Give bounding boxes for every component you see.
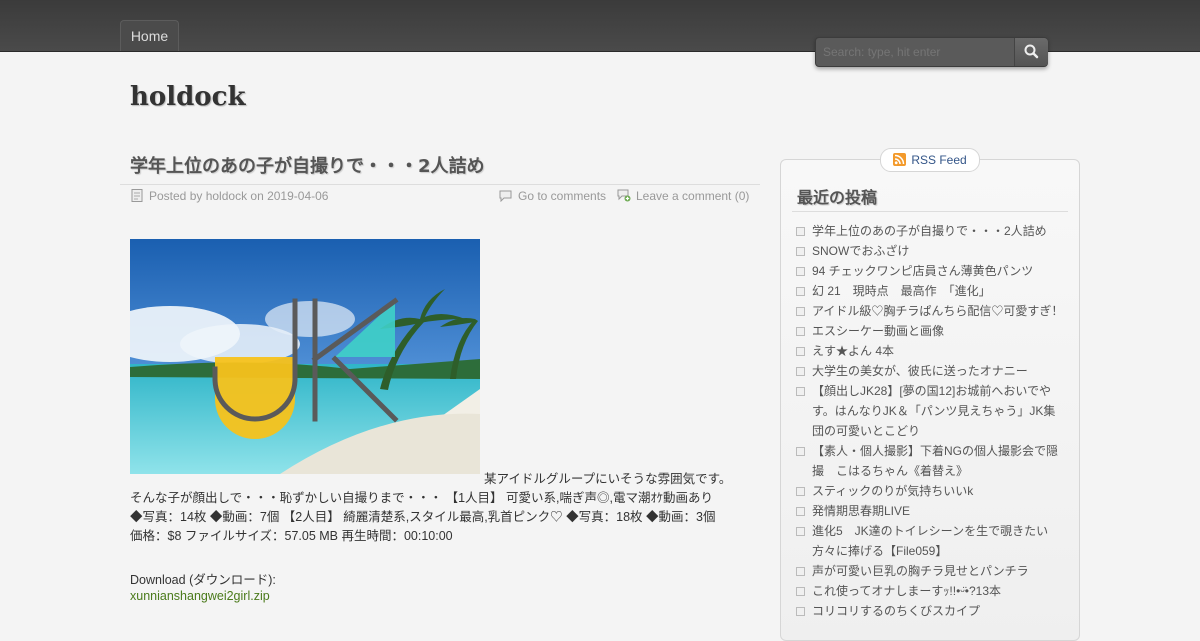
recent-post-item[interactable]: 【素人・個人撮影】下着NGの個人撮影会で隠撮 こはるちゃん《着替え》 [796, 441, 1064, 481]
recent-post-item[interactable]: 幻 21 現時点 最高作 「進化」 [796, 281, 1064, 301]
body-line-1: 某アイドルグループにいそうな雰囲気です。 [484, 472, 732, 486]
nav-home-tab[interactable]: Home [120, 20, 179, 51]
recent-post-title: えす★よん 4本 [812, 344, 895, 358]
recent-post-item[interactable]: 発情期思春期LIVE [796, 501, 1064, 521]
recent-post-item[interactable]: コリコリするのちくびスカイプ [796, 601, 1064, 621]
post-body: 某アイドルグループにいそうな雰囲気です。 そんな子が顔出しで・・・恥ずかしい自撮… [130, 470, 750, 546]
add-comment-icon [617, 189, 631, 205]
bullet-icon [796, 527, 805, 536]
rss-feed-button[interactable]: RSS Feed [880, 148, 980, 172]
recent-post-title: コリコリするのちくびスカイプ [812, 604, 981, 618]
recent-post-item[interactable]: 【顔出しJK28】[夢の国12]お城前へおいでやす。はんなりJK＆「パンツ見えち… [796, 381, 1064, 441]
recent-posts-title: 最近の投稿 [797, 188, 878, 207]
bullet-icon [796, 607, 805, 616]
recent-post-title: 【顔出しJK28】[夢の国12]お城前へおいでやす。はんなりJK＆「パンツ見えち… [812, 384, 1056, 438]
recent-post-item[interactable]: SNOWでおふざけ [796, 241, 1064, 261]
comment-icon [499, 190, 512, 205]
posted-by-text: Posted by holdock on 2019-04-06 [149, 189, 329, 203]
recent-post-title: 学年上位のあの子が自撮りで・・・2人詰め [812, 224, 1047, 238]
bullet-icon [796, 567, 805, 576]
recent-post-title: これ使ってオナしまーすｯ!!•ᵕ̈•?13本 [812, 584, 1002, 598]
bullet-icon [796, 367, 805, 376]
recent-post-item[interactable]: スティックのりが気持ちいいk [796, 481, 1064, 501]
bullet-icon [796, 347, 805, 356]
recent-post-item[interactable]: 進化5 JK達のトイレシーンを生で覗きたい方々に捧げる【File059】 [796, 521, 1064, 561]
go-to-comments-label: Go to comments [518, 189, 607, 203]
recent-post-item[interactable]: えす★よん 4本 [796, 341, 1064, 361]
rss-icon [893, 151, 907, 173]
site-title[interactable]: holdock [130, 82, 246, 112]
bullet-icon [796, 587, 805, 596]
recent-post-title: エスシーケー動画と画像 [812, 324, 945, 338]
search-button[interactable] [1014, 38, 1048, 66]
post-meta-author: Posted by holdock on 2019-04-06 [131, 189, 328, 205]
recent-post-title: 94 チェックワンピ店員さん薄黄色パンツ [812, 264, 1034, 278]
bullet-icon [796, 507, 805, 516]
bullet-icon [796, 227, 805, 236]
download-link[interactable]: xunnianshangwei2girl.zip [130, 589, 270, 603]
recent-post-title: SNOWでおふざけ [812, 244, 910, 258]
go-to-comments-link[interactable]: Go to comments [499, 189, 606, 205]
post-thumbnail[interactable]: JK [130, 239, 480, 474]
bullet-icon [796, 307, 805, 316]
search-input[interactable] [816, 38, 1013, 66]
search-icon [1024, 44, 1039, 59]
recent-post-item[interactable]: エスシーケー動画と画像 [796, 321, 1064, 341]
recent-post-title: 【素人・個人撮影】下着NGの個人撮影会で隠撮 こはるちゃん《着替え》 [812, 444, 1059, 478]
recent-posts-list: 学年上位のあの子が自撮りで・・・2人詰め SNOWでおふざけ 94 チェックワン… [796, 221, 1064, 621]
recent-post-item[interactable]: これ使ってオナしまーすｯ!!•ᵕ̈•?13本 [796, 581, 1064, 601]
body-line-4: 価格：$8 ファイルサイズ：57.05 MB 再生時間：00:10:00 [130, 529, 453, 543]
leave-comment-link[interactable]: Leave a comment (0) [617, 189, 749, 205]
bullet-icon [796, 267, 805, 276]
recent-post-title: 声が可愛い巨乳の胸チラ見せとパンチラ [812, 564, 1029, 578]
sidebar-divider [792, 211, 1068, 212]
bullet-icon [796, 287, 805, 296]
post-title[interactable]: 学年上位のあの子が自撮りで・・・2人詰め [130, 152, 485, 178]
bullet-icon [796, 487, 805, 496]
document-icon [131, 189, 143, 205]
meta-divider [120, 184, 760, 185]
bullet-icon [796, 447, 805, 456]
recent-post-item[interactable]: 大学生の美女が、彼氏に送ったオナニー [796, 361, 1064, 381]
recent-post-item[interactable]: アイドル級♡胸チラぱんちら配信♡可愛すぎ！ [796, 301, 1064, 321]
body-line-3: ◆写真：14枚 ◆動画：7個 【2人目】 綺麗清楚系,スタイル最高,乳首ピンク♡… [130, 510, 716, 524]
recent-post-title: 幻 21 現時点 最高作 「進化」 [812, 284, 991, 298]
recent-post-title: 大学生の美女が、彼氏に送ったオナニー [812, 364, 1028, 378]
recent-post-title: 進化5 JK達のトイレシーンを生で覗きたい方々に捧げる【File059】 [812, 524, 1049, 558]
bullet-icon [796, 247, 805, 256]
recent-post-item[interactable]: 94 チェックワンピ店員さん薄黄色パンツ [796, 261, 1064, 281]
bullet-icon [796, 327, 805, 336]
download-label: Download (ダウンロード): [130, 573, 276, 587]
leave-comment-label: Leave a comment (0) [636, 189, 750, 203]
rss-feed-label: RSS Feed [911, 153, 967, 167]
body-line-2: そんな子が顔出しで・・・恥ずかしい自撮りまで・・・ 【1人目】 可愛い系,喘ぎ声… [130, 491, 713, 505]
recent-post-item[interactable]: 声が可愛い巨乳の胸チラ見せとパンチラ [796, 561, 1064, 581]
search-box [815, 37, 1048, 67]
bullet-icon [796, 387, 805, 396]
recent-post-title: アイドル級♡胸チラぱんちら配信♡可愛すぎ！ [812, 304, 1064, 318]
recent-post-title: スティックのりが気持ちいいk [812, 484, 974, 498]
recent-post-item[interactable]: 学年上位のあの子が自撮りで・・・2人詰め [796, 221, 1064, 241]
recent-post-title: 発情期思春期LIVE [812, 504, 911, 518]
